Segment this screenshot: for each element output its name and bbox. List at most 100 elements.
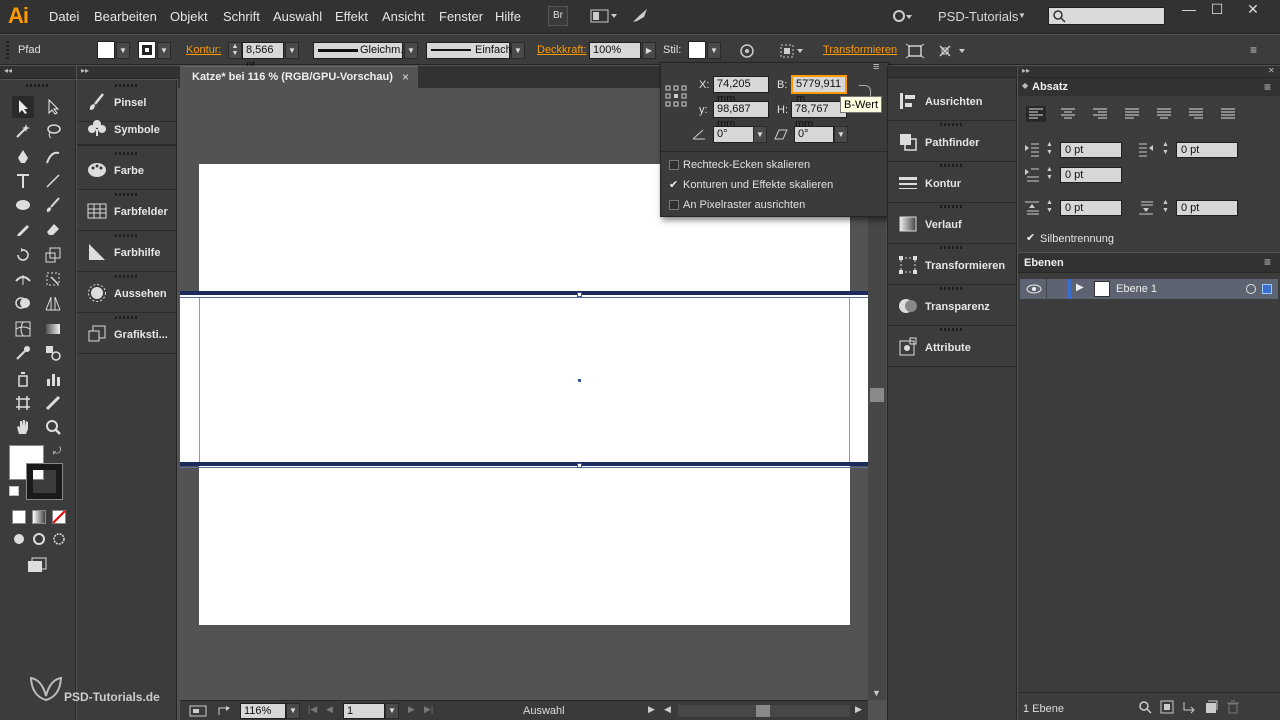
lasso-tool-icon[interactable] bbox=[42, 120, 64, 142]
ebenen-title[interactable]: Ebenen bbox=[1024, 257, 1064, 269]
menu-datei[interactable]: Datei bbox=[49, 9, 79, 24]
recolor-artwork-icon[interactable] bbox=[738, 42, 756, 60]
isolate-group-icon[interactable] bbox=[904, 42, 926, 60]
ellipse-tool-icon[interactable] bbox=[12, 194, 34, 216]
shape-builder-tool-icon[interactable] bbox=[12, 292, 34, 314]
line-tool-icon[interactable] bbox=[42, 170, 64, 192]
menu-schrift[interactable]: Schrift bbox=[223, 9, 260, 24]
layer-name[interactable]: Ebene 1 bbox=[1116, 283, 1157, 295]
mesh-tool-icon[interactable] bbox=[12, 318, 34, 340]
new-layer-icon[interactable] bbox=[1204, 700, 1218, 714]
popup-menu-icon[interactable]: ≡ bbox=[873, 61, 879, 73]
panel-grafikstile[interactable]: Grafiksti... bbox=[77, 314, 177, 354]
draw-inside-icon[interactable] bbox=[52, 532, 66, 546]
height-field[interactable]: 78,767 mm bbox=[791, 101, 847, 130]
status-menu-arrow-icon[interactable]: ▶ bbox=[648, 704, 655, 715]
new-sublayer-icon[interactable] bbox=[1182, 700, 1196, 714]
document-tab[interactable]: Katze* bei 116 % (RGB/GPU-Vorschau) × bbox=[180, 66, 418, 88]
locate-object-icon[interactable] bbox=[1138, 700, 1152, 714]
zoom-dropdown[interactable]: ▼ bbox=[286, 703, 300, 719]
panel-transformieren[interactable]: Transformieren bbox=[888, 244, 1016, 285]
hyphenation-checkbox[interactable]: ✔ bbox=[1026, 231, 1035, 244]
panel-transparenz[interactable]: Transparenz bbox=[888, 285, 1016, 326]
align-center-button[interactable] bbox=[1058, 106, 1078, 122]
curvature-tool-icon[interactable] bbox=[42, 146, 64, 168]
scale-corners-checkbox[interactable] bbox=[669, 160, 679, 170]
artboard-number-field[interactable]: 1 bbox=[343, 703, 385, 719]
hscroll-right-arrow-icon[interactable]: ▶ bbox=[855, 704, 862, 715]
kontur-label[interactable]: Kontur: bbox=[186, 44, 221, 56]
selected-rectangle[interactable] bbox=[180, 295, 868, 466]
close-panel-arrows-icon[interactable]: ✕ bbox=[1268, 66, 1275, 75]
default-colors-icon[interactable] bbox=[9, 486, 19, 496]
justify-all-button[interactable] bbox=[1218, 106, 1238, 122]
gradient-mode-icon[interactable] bbox=[32, 510, 46, 524]
eyedropper-tool-icon[interactable] bbox=[12, 342, 34, 364]
align-options-icon[interactable] bbox=[778, 42, 806, 60]
blend-tool-icon[interactable] bbox=[42, 342, 64, 364]
magic-wand-tool-icon[interactable] bbox=[12, 120, 34, 142]
reference-point-icon[interactable] bbox=[665, 85, 687, 107]
stroke-weight-dropdown[interactable]: ▼ bbox=[285, 42, 299, 59]
rotate-tool-icon[interactable] bbox=[12, 244, 34, 266]
layer-row[interactable]: ▶ Ebene 1 bbox=[1020, 279, 1278, 299]
space-before-field[interactable]: 0 pt bbox=[1060, 200, 1122, 216]
selection-tool-icon[interactable] bbox=[12, 96, 34, 118]
collapse-arrows-icon[interactable]: ◂◂ bbox=[4, 66, 12, 75]
pen-tool-icon[interactable] bbox=[12, 146, 34, 168]
opacity-field[interactable]: 100% bbox=[589, 42, 641, 59]
draw-normal-icon[interactable] bbox=[12, 532, 26, 546]
panel-pathfinder[interactable]: Pathfinder bbox=[888, 121, 1016, 162]
swap-colors-icon[interactable]: ⤾ bbox=[50, 444, 64, 458]
space-before-stepper[interactable]: ▲ ▼ bbox=[1046, 199, 1053, 215]
width-tool-icon[interactable] bbox=[12, 268, 34, 290]
menu-bearbeiten[interactable]: Bearbeiten bbox=[94, 9, 157, 24]
bridge-button[interactable]: Br bbox=[548, 6, 568, 26]
color-mode-icon[interactable] bbox=[12, 510, 26, 524]
select-similar-icon[interactable] bbox=[936, 42, 970, 60]
none-mode-icon[interactable] bbox=[52, 510, 66, 524]
panel-farbhilfe[interactable]: Farbhilfe bbox=[77, 232, 177, 272]
menu-fenster[interactable]: Fenster bbox=[439, 9, 483, 24]
draw-behind-icon[interactable] bbox=[32, 532, 46, 546]
panel-attribute[interactable]: Attribute bbox=[888, 326, 1016, 367]
shear-dropdown[interactable]: ▼ bbox=[834, 126, 848, 143]
gpu-icon[interactable] bbox=[188, 704, 208, 718]
perspective-grid-tool-icon[interactable] bbox=[42, 292, 64, 314]
first-line-indent-stepper[interactable]: ▲ ▼ bbox=[1046, 166, 1053, 182]
left-indent-stepper[interactable]: ▲ ▼ bbox=[1046, 141, 1053, 157]
chevron-down-icon[interactable]: ▼ bbox=[1018, 11, 1026, 20]
scale-tool-icon[interactable] bbox=[42, 244, 64, 266]
justify-left-button[interactable] bbox=[1122, 106, 1142, 122]
align-left-button[interactable] bbox=[1026, 106, 1046, 122]
symbol-sprayer-tool-icon[interactable] bbox=[12, 368, 34, 390]
panel-farbe[interactable]: Farbe bbox=[77, 150, 177, 190]
next-artboard-icon[interactable]: ▶ bbox=[408, 704, 415, 715]
panel-kontur[interactable]: Kontur bbox=[888, 162, 1016, 203]
menu-effekt[interactable]: Effekt bbox=[335, 9, 368, 24]
shear-field[interactable]: 0° bbox=[794, 126, 834, 143]
hscroll-left-arrow-icon[interactable]: ◀ bbox=[664, 704, 671, 715]
expand-layer-arrow-icon[interactable]: ▶ bbox=[1076, 282, 1084, 293]
pencil-tool-icon[interactable] bbox=[12, 218, 34, 240]
hand-tool-icon[interactable] bbox=[12, 416, 34, 438]
slice-tool-icon[interactable] bbox=[42, 392, 64, 414]
right-indent-field[interactable]: 0 pt bbox=[1176, 142, 1238, 158]
space-after-field[interactable]: 0 pt bbox=[1176, 200, 1238, 216]
layer-target-icon[interactable] bbox=[1246, 284, 1256, 294]
horizontal-scroll-thumb[interactable] bbox=[756, 705, 770, 717]
x-field[interactable]: 74,205 mm bbox=[713, 76, 769, 105]
panel-farbfelder[interactable]: Farbfelder bbox=[77, 191, 177, 231]
artboard-dropdown[interactable]: ▼ bbox=[385, 703, 399, 719]
angle-field[interactable]: 0° bbox=[713, 126, 757, 143]
direct-selection-tool-icon[interactable] bbox=[42, 96, 64, 118]
zoom-field[interactable]: 116% bbox=[240, 703, 286, 719]
scale-strokes-checkbox[interactable]: ✔ bbox=[669, 178, 681, 191]
close-window-button[interactable]: ✕ bbox=[1236, 0, 1270, 20]
variable-width-profile[interactable]: Gleichm. bbox=[313, 42, 403, 59]
selection-handle-bottom[interactable] bbox=[577, 463, 582, 468]
stroke-dropdown[interactable]: ▼ bbox=[157, 42, 171, 59]
right-indent-stepper[interactable]: ▲ ▼ bbox=[1162, 141, 1169, 157]
share-icon[interactable] bbox=[216, 704, 232, 718]
stroke-weight-stepper[interactable]: ▲ ▼ bbox=[228, 42, 242, 59]
